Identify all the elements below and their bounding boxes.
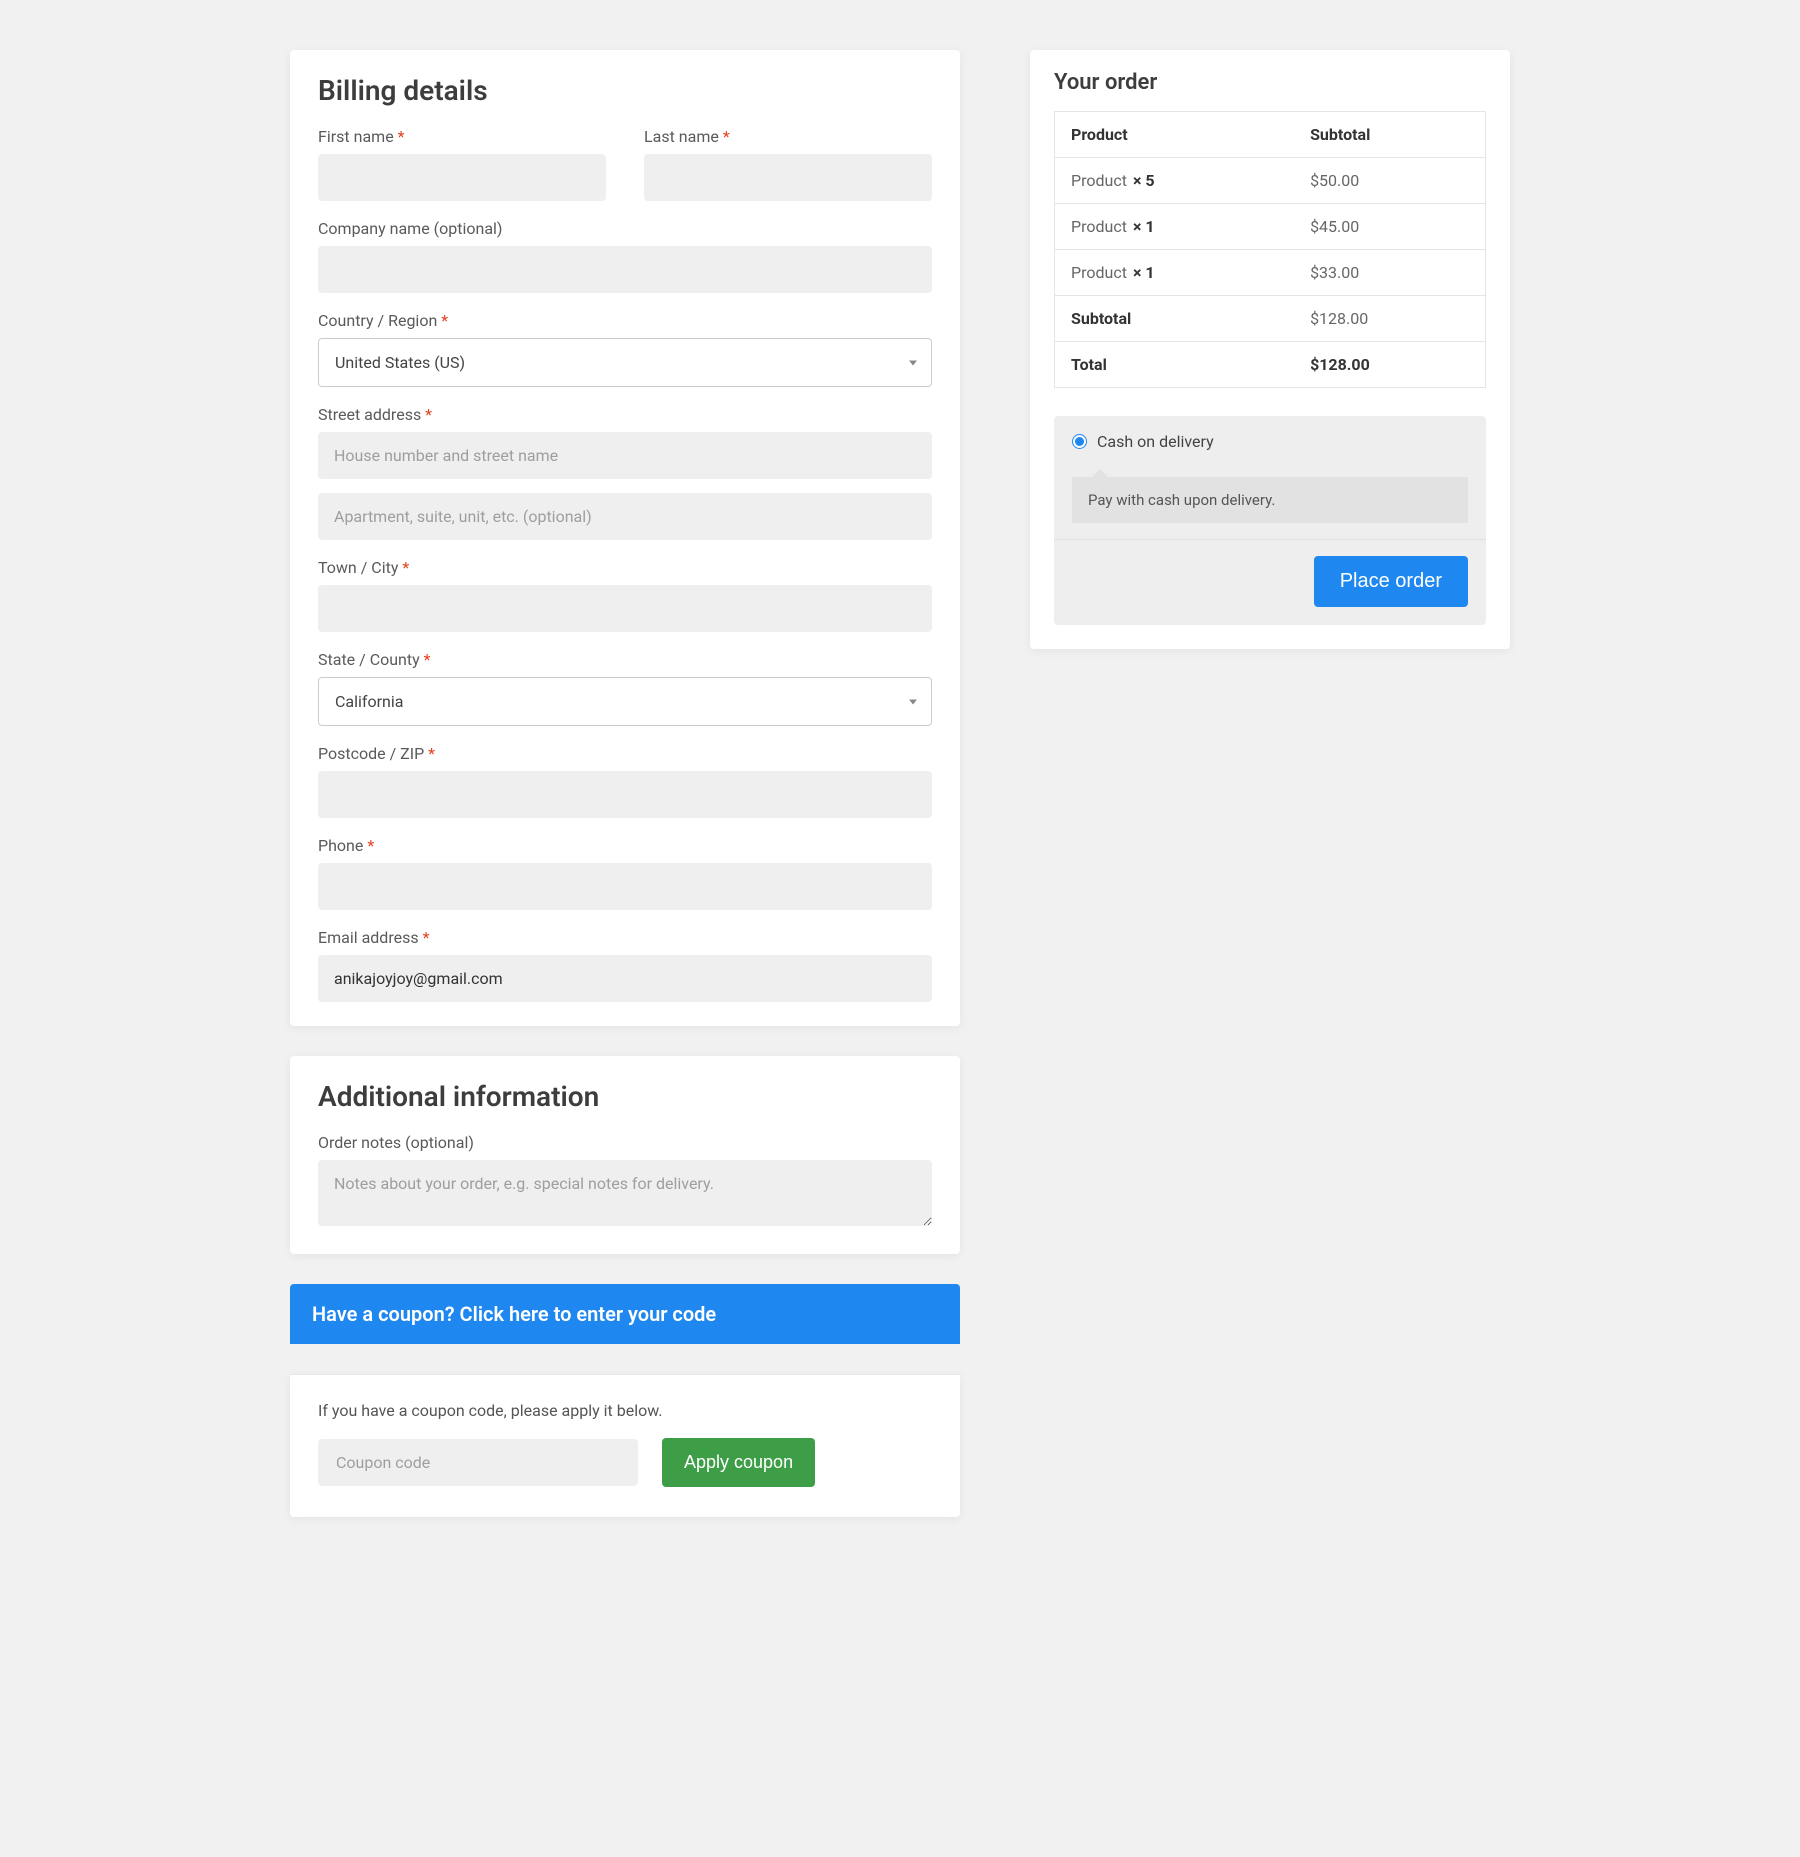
- apply-coupon-button[interactable]: Apply coupon: [662, 1438, 815, 1487]
- billing-heading: Billing details: [318, 74, 932, 107]
- additional-heading: Additional information: [318, 1080, 932, 1113]
- city-label: Town / City *: [318, 558, 932, 577]
- postcode-label: Postcode / ZIP *: [318, 744, 932, 763]
- state-select[interactable]: California: [318, 677, 932, 726]
- coupon-code-input[interactable]: [318, 1439, 638, 1486]
- order-heading: Your order: [1054, 70, 1486, 95]
- coupon-hint: If you have a coupon code, please apply …: [318, 1401, 932, 1420]
- cod-radio[interactable]: [1072, 434, 1087, 449]
- notes-label: Order notes (optional): [318, 1133, 932, 1152]
- street-address-2-input[interactable]: [318, 493, 932, 540]
- postcode-input[interactable]: [318, 771, 932, 818]
- last-name-input[interactable]: [644, 154, 932, 201]
- order-summary-card: Your order Product Subtotal Product× 5 $…: [1030, 50, 1510, 649]
- state-label: State / County *: [318, 650, 932, 669]
- last-name-label: Last name *: [644, 127, 932, 146]
- required-marker: *: [425, 405, 432, 424]
- table-row: Product× 5 $50.00: [1055, 158, 1486, 204]
- cod-description: Pay with cash upon delivery.: [1072, 477, 1468, 523]
- first-name-label: First name *: [318, 127, 606, 146]
- required-marker: *: [424, 650, 431, 669]
- street-address-1-input[interactable]: [318, 432, 932, 479]
- email-label: Email address *: [318, 928, 932, 947]
- first-name-input[interactable]: [318, 154, 606, 201]
- billing-details-card: Billing details First name * Last name *…: [290, 50, 960, 1026]
- phone-input[interactable]: [318, 863, 932, 910]
- company-input[interactable]: [318, 246, 932, 293]
- notes-textarea[interactable]: [318, 1160, 932, 1226]
- payment-box: Cash on delivery Pay with cash upon deli…: [1054, 416, 1486, 625]
- table-row: Product× 1 $33.00: [1055, 250, 1486, 296]
- required-marker: *: [402, 558, 409, 577]
- phone-label: Phone *: [318, 836, 932, 855]
- place-order-button[interactable]: Place order: [1314, 556, 1468, 607]
- street-label: Street address *: [318, 405, 932, 424]
- required-marker: *: [367, 836, 374, 855]
- required-marker: *: [428, 744, 435, 763]
- order-table: Product Subtotal Product× 5 $50.00 Produ…: [1054, 111, 1486, 388]
- required-marker: *: [423, 928, 430, 947]
- table-row: Product× 1 $45.00: [1055, 204, 1486, 250]
- col-product: Product: [1055, 112, 1295, 158]
- additional-info-card: Additional information Order notes (opti…: [290, 1056, 960, 1254]
- coupon-section: Have a coupon? Click here to enter your …: [290, 1284, 960, 1517]
- country-select[interactable]: United States (US): [318, 338, 932, 387]
- coupon-banner[interactable]: Have a coupon? Click here to enter your …: [290, 1284, 960, 1344]
- email-input[interactable]: [318, 955, 932, 1002]
- country-label: Country / Region *: [318, 311, 932, 330]
- required-marker: *: [723, 127, 730, 146]
- city-input[interactable]: [318, 585, 932, 632]
- company-label: Company name (optional): [318, 219, 932, 238]
- subtotal-row: Subtotal $128.00: [1055, 296, 1486, 342]
- required-marker: *: [441, 311, 448, 330]
- col-subtotal: Subtotal: [1294, 112, 1485, 158]
- total-row: Total $128.00: [1055, 342, 1486, 388]
- cod-option[interactable]: Cash on delivery: [1072, 432, 1468, 451]
- required-marker: *: [398, 127, 405, 146]
